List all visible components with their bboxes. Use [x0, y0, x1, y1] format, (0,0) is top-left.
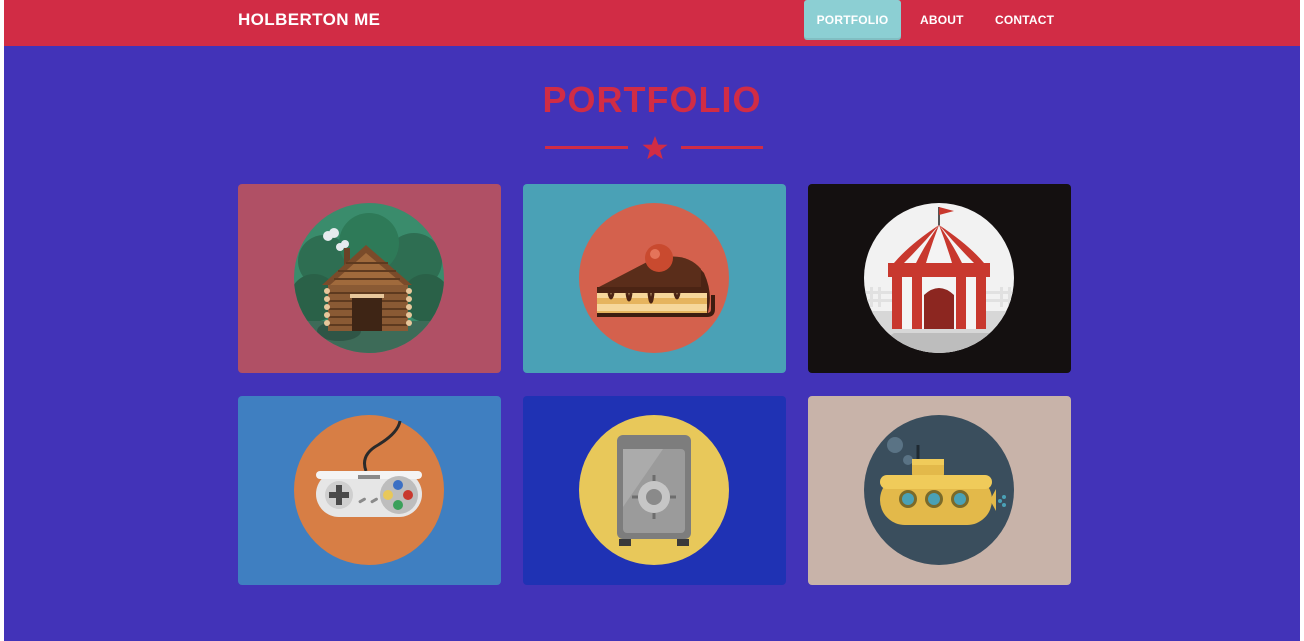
circus-tent-icon [864, 203, 1014, 353]
navbar: HOLBERTON ME PORTFOLIO ABOUT CONTACT [4, 0, 1300, 46]
nav-item-contact[interactable]: CONTACT [995, 0, 1054, 40]
portfolio-card-circus[interactable] [808, 184, 1071, 373]
log-cabin-icon [294, 203, 444, 353]
section-title: PORTFOLIO [542, 79, 762, 120]
portfolio-card-cabin[interactable] [238, 184, 501, 373]
cake-slice-icon [579, 203, 729, 353]
star-icon [642, 136, 668, 160]
game-controller-icon [294, 415, 444, 565]
submarine-icon [864, 415, 1014, 565]
safe-icon [579, 415, 729, 565]
nav-item-portfolio[interactable]: PORTFOLIO [804, 0, 901, 40]
portfolio-card-cake[interactable] [523, 184, 786, 373]
portfolio-card-safe[interactable] [523, 396, 786, 585]
portfolio-card-controller[interactable] [238, 396, 501, 585]
title-divider-right [681, 146, 763, 149]
brand-logo[interactable]: HOLBERTON ME [238, 0, 380, 40]
title-divider-left [545, 146, 628, 149]
portfolio-card-submarine[interactable] [808, 396, 1071, 585]
nav-item-about[interactable]: ABOUT [920, 0, 964, 40]
